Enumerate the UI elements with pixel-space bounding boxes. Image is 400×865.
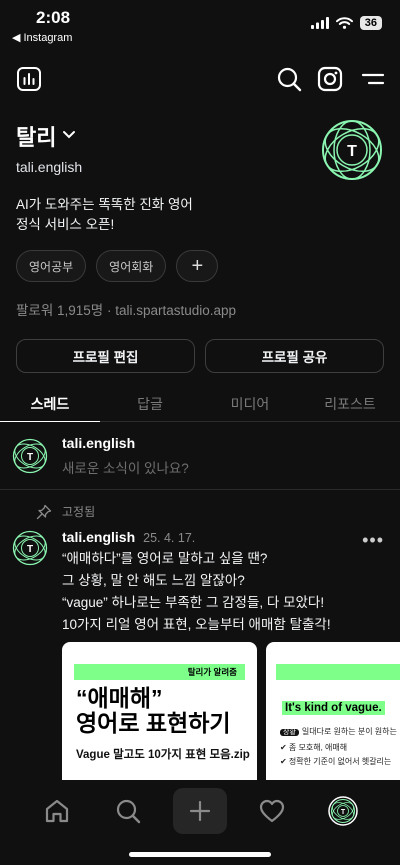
bottom-nav: T bbox=[0, 780, 400, 865]
compose-username: tali.english bbox=[62, 435, 136, 451]
post-line: 10가지 리얼 영어 표현, 오늘부터 애매함 탈출각! bbox=[62, 617, 331, 632]
card-tag-bar bbox=[276, 664, 400, 680]
home-icon bbox=[45, 799, 69, 823]
compose-row[interactable]: T tali.english 새로운 소식이 있나요? bbox=[0, 432, 400, 490]
signal-icon bbox=[310, 17, 329, 29]
battery-indicator: 36 bbox=[359, 16, 382, 30]
compose-placeholder[interactable]: 새로운 소식이 있나요? bbox=[62, 457, 189, 477]
profile-avatar[interactable]: T bbox=[320, 118, 384, 182]
nav-search[interactable] bbox=[101, 788, 155, 834]
nav-activity[interactable] bbox=[245, 788, 299, 834]
post-media-carousel[interactable]: 탈리가 알려줌 “애매해” 영어로 표현하기 Vague 말고도 10가지 표현… bbox=[62, 642, 400, 782]
card-title: “애매해” 영어로 표현하기 bbox=[76, 686, 231, 736]
share-profile-button[interactable]: 프로필 공유 bbox=[205, 339, 384, 373]
profile-tabs: 스레드 답글 미디어 리포스트 bbox=[0, 384, 400, 422]
search-icon[interactable] bbox=[276, 66, 302, 92]
add-chip-button[interactable]: + bbox=[176, 250, 219, 282]
avatar: T bbox=[328, 796, 358, 826]
card-subtitle: Vague 말고도 10가지 표현 모음.zip bbox=[76, 749, 250, 761]
avatar-letter: T bbox=[347, 143, 357, 160]
chevron-down-icon[interactable] bbox=[62, 127, 76, 145]
avatar[interactable]: T bbox=[12, 530, 48, 566]
post-body: “애매하다”를 영어로 말하고 싶을 땐? 그 상황, 말 안 해도 느낌 알잖… bbox=[62, 548, 392, 636]
profile-actions: 프로필 편집 프로필 공유 bbox=[16, 339, 384, 373]
card-title: It's kind of vague. bbox=[282, 701, 385, 715]
card-title-line: “애매해” bbox=[76, 685, 163, 711]
card-row: ✔ 좀 모호해, 애매해 bbox=[280, 743, 348, 752]
avatar-letter: T bbox=[27, 544, 33, 555]
card-row: ✔ 정확한 기준이 없어서 헷갈리는 bbox=[280, 757, 392, 766]
plus-icon: + bbox=[191, 254, 204, 277]
nav-home[interactable] bbox=[30, 788, 84, 834]
avatar-letter: T bbox=[341, 809, 346, 816]
back-app-label: Instagram bbox=[23, 31, 73, 44]
chip-english-conversation[interactable]: 영어회화 bbox=[96, 250, 167, 282]
top-bar bbox=[0, 62, 400, 96]
card-pill: 상황 bbox=[280, 729, 299, 736]
instagram-icon[interactable] bbox=[317, 66, 343, 92]
pinned-indicator: 고정됨 bbox=[36, 503, 95, 520]
bio-line: 정식 서비스 오픈! bbox=[16, 217, 115, 232]
insights-icon[interactable] bbox=[16, 66, 42, 92]
interest-chips: 영어공부 영어회화 + bbox=[16, 250, 219, 282]
post-line: “vague” 하나로는 부족한 그 감정들, 다 모았다! bbox=[62, 595, 325, 610]
status-time: 2:08 bbox=[36, 8, 71, 27]
avatar-letter: T bbox=[27, 452, 33, 463]
card-row: 상황 일대다로 원하는 분이 원하는 bbox=[280, 726, 397, 737]
post-line: 그 상황, 말 안 해도 느낌 알잖아? bbox=[62, 573, 245, 588]
avatar: T bbox=[12, 438, 48, 474]
tab-threads[interactable]: 스레드 bbox=[0, 384, 100, 422]
profile-header: 탈리 tali.english AI가 도와주는 똑똑한 진화 영어 정식 서비… bbox=[16, 118, 384, 235]
back-to-app[interactable]: ◀ Instagram bbox=[12, 31, 73, 45]
pinned-label: 고정됨 bbox=[62, 505, 96, 519]
search-icon bbox=[116, 799, 141, 824]
post-author[interactable]: tali.english bbox=[62, 529, 135, 545]
profile-bio: AI가 도와주는 똑똑한 진화 영어 정식 서비스 오픈! bbox=[16, 195, 384, 235]
nav-profile[interactable]: T bbox=[316, 788, 370, 834]
tab-media[interactable]: 미디어 bbox=[200, 384, 300, 421]
back-arrow-icon: ◀ bbox=[12, 32, 21, 44]
edit-profile-button[interactable]: 프로필 편집 bbox=[16, 339, 195, 373]
heart-icon bbox=[259, 799, 285, 823]
media-card[interactable]: 탈리가 알려줌 “애매해” 영어로 표현하기 Vague 말고도 10가지 표현… bbox=[62, 642, 257, 782]
plus-icon bbox=[189, 800, 211, 822]
post-line: “애매하다”를 영어로 말하고 싶을 땐? bbox=[62, 551, 268, 566]
wifi-icon bbox=[335, 17, 353, 29]
nav-create[interactable] bbox=[173, 788, 227, 834]
card-title-line: 영어로 표현하기 bbox=[76, 710, 231, 736]
pin-icon bbox=[36, 504, 52, 519]
bio-line: AI가 도와주는 똑똑한 진화 영어 bbox=[16, 197, 193, 212]
status-icons: 36 bbox=[310, 16, 382, 30]
home-indicator bbox=[129, 852, 271, 857]
card-row-text: 일대다로 원하는 분이 원하는 bbox=[301, 727, 397, 736]
post-header: tali.english 25. 4. 17. bbox=[62, 529, 195, 545]
tab-reposts[interactable]: 리포스트 bbox=[300, 384, 400, 421]
chip-english-study[interactable]: 영어공부 bbox=[16, 250, 87, 282]
status-bar: 2:08 ◀ Instagram 36 bbox=[0, 0, 400, 48]
profile-name: 탈리 bbox=[16, 125, 57, 150]
followers-line[interactable]: 팔로워 1,915명 · tali.spartastudio.app bbox=[16, 299, 236, 319]
menu-icon[interactable] bbox=[360, 66, 386, 92]
tab-replies[interactable]: 답글 bbox=[100, 384, 200, 421]
media-card[interactable]: It's kind of vague. 상황 일대다로 원하는 분이 원하는 ✔ … bbox=[266, 642, 400, 782]
card-tag: 탈리가 알려줌 bbox=[74, 664, 245, 680]
post-date: 25. 4. 17. bbox=[143, 531, 196, 545]
